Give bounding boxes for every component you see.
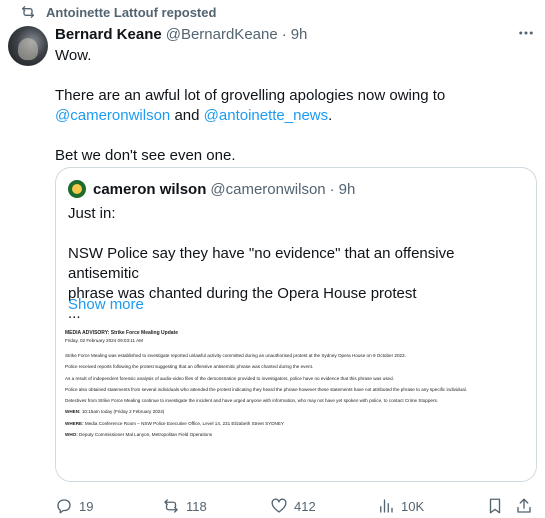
advisory-where-value: Media Conference Room – NSW Police Execu… bbox=[83, 420, 284, 426]
advisory-title: MEDIA ADVISORY: Strike Force Mealing Upd… bbox=[65, 330, 178, 336]
repost-icon bbox=[22, 5, 34, 18]
author-handle[interactable]: @BernardKeane bbox=[166, 26, 278, 43]
advisory-when-label: WHEN: bbox=[65, 409, 81, 415]
mention-link[interactable]: @cameronwilson bbox=[55, 107, 170, 124]
advisory-date: Friday, 02 February 2024 09:03:11 AM bbox=[65, 338, 143, 343]
tweet-text-fragment: and bbox=[170, 107, 204, 124]
tweet-actions: 19 118 412 10K bbox=[55, 497, 533, 515]
quote-author-name[interactable]: cameron wilson bbox=[93, 181, 206, 198]
quote-time[interactable]: 9h bbox=[339, 181, 356, 198]
advisory-paragraph: As a result of independent forensic anal… bbox=[65, 375, 394, 381]
tweet-text: Wow. There are an awful lot of grovellin… bbox=[55, 46, 533, 166]
tweet-line: @cameronwilson and @antoinette_news. bbox=[55, 106, 533, 126]
repost-button[interactable]: 118 bbox=[162, 497, 207, 515]
quote-line: NSW Police say they have "no evidence" t… bbox=[68, 245, 455, 282]
repost-context: Antoinette Lattouf reposted bbox=[20, 4, 216, 20]
tweet-time[interactable]: 9h bbox=[291, 26, 308, 43]
mention-link[interactable]: @antoinette_news bbox=[204, 107, 328, 124]
advisory-who-label: WHO: bbox=[65, 432, 78, 438]
quote-author-handle[interactable]: @cameronwilson bbox=[210, 181, 325, 198]
share-button[interactable] bbox=[515, 497, 533, 515]
header-separator: · bbox=[281, 25, 287, 43]
tweet-text-fragment: . bbox=[328, 107, 333, 124]
advisory-when: WHEN: 10:15am today (Friday 2 February 2… bbox=[65, 409, 527, 415]
tweet-line: There are an awful lot of grovelling apo… bbox=[55, 87, 446, 104]
media-advisory-image[interactable]: MEDIA ADVISORY: Strike Force Mealing Upd… bbox=[56, 325, 536, 481]
advisory-who: WHO: Deputy Commissioner Mal Lanyon, Met… bbox=[65, 432, 527, 438]
quoted-tweet[interactable]: cameron wilson @cameronwilson · 9h Just … bbox=[55, 167, 537, 482]
reply-icon bbox=[57, 499, 71, 514]
advisory-where: WHERE: Media Conference Room – NSW Polic… bbox=[65, 421, 527, 427]
advisory-paragraph: Police received reports following the pr… bbox=[65, 364, 314, 370]
advisory-paragraph: Strike Force Mealing was established to … bbox=[65, 353, 406, 358]
author-name[interactable]: Bernard Keane bbox=[55, 26, 162, 43]
advisory-paragraph: Police also obtained statements from sev… bbox=[65, 386, 467, 392]
tweet-header: Bernard Keane @BernardKeane · 9h bbox=[55, 24, 307, 44]
heart-icon bbox=[271, 498, 287, 513]
advisory-when-value: 10:15am today (Friday 2 February 2024) bbox=[80, 409, 165, 415]
views-button[interactable]: 10K bbox=[377, 497, 424, 515]
repost-icon bbox=[164, 499, 178, 513]
bookmark-button[interactable] bbox=[486, 497, 504, 515]
tweet-line: Wow. bbox=[55, 47, 92, 64]
like-count: 412 bbox=[294, 498, 316, 514]
like-button[interactable]: 412 bbox=[270, 497, 316, 515]
avatar[interactable] bbox=[8, 26, 48, 66]
more-options-button[interactable] bbox=[515, 24, 537, 42]
views-count: 10K bbox=[401, 498, 425, 514]
quote-separator: · bbox=[329, 180, 335, 198]
advisory-paragraph: Detectives from Strike Force Mealing con… bbox=[65, 398, 439, 404]
advisory-who-value: Deputy Commissioner Mal Lanyon, Metropol… bbox=[77, 432, 213, 438]
quote-avatar[interactable] bbox=[68, 180, 86, 198]
advisory-where-label: WHERE: bbox=[65, 420, 84, 426]
repost-count: 118 bbox=[186, 498, 207, 514]
show-more-link[interactable]: Show more bbox=[68, 296, 144, 313]
share-icon bbox=[517, 498, 531, 513]
tweet-line: Bet we don't see even one. bbox=[55, 147, 236, 164]
quote-line: Just in: bbox=[68, 205, 116, 222]
reply-button[interactable]: 19 bbox=[55, 497, 93, 515]
views-chart-icon bbox=[380, 499, 393, 513]
bookmark-icon bbox=[489, 498, 501, 514]
repost-label[interactable]: Antoinette Lattouf reposted bbox=[46, 5, 216, 20]
more-horizontal-icon bbox=[519, 31, 533, 35]
quote-header: cameron wilson @cameronwilson · 9h bbox=[68, 179, 355, 199]
reply-count: 19 bbox=[79, 498, 94, 514]
